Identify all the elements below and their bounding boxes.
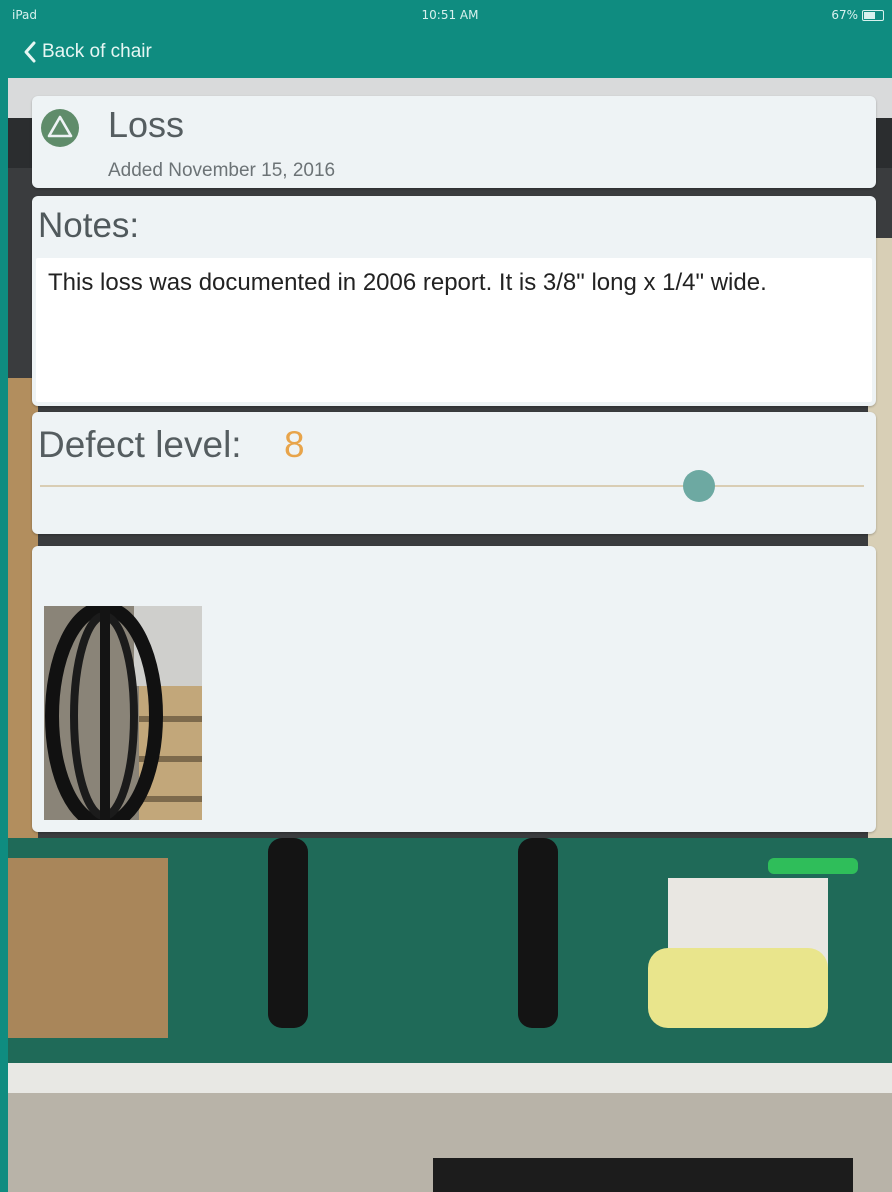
- chevron-left-icon: [24, 41, 36, 63]
- battery-fill: [864, 11, 876, 19]
- notes-text-area[interactable]: This loss was documented in 2006 report.…: [36, 258, 872, 402]
- defect-header-card: Loss Added November 15, 2016: [32, 96, 876, 188]
- battery-indicator: 67%: [831, 8, 884, 22]
- added-date: Added November 15, 2016: [108, 160, 336, 181]
- warning-triangle-icon: [41, 109, 79, 147]
- status-time: 10:51 AM: [421, 8, 479, 22]
- notes-card: Notes: This loss was documented in 2006 …: [32, 196, 876, 406]
- slider-thumb[interactable]: [683, 470, 716, 502]
- battery-icon: [862, 9, 884, 21]
- defect-level-value: 8: [284, 424, 305, 465]
- app-screen: iPad 10:51 AM 67% Back of chair Loss Add…: [0, 0, 892, 1192]
- navigation-bar: Back of chair: [8, 30, 892, 78]
- photos-card: [32, 546, 876, 832]
- notes-label: Notes:: [38, 206, 140, 245]
- battery-percent: 67%: [831, 8, 858, 22]
- status-bar: iPad 10:51 AM 67%: [8, 0, 892, 30]
- chair-back-photo: [44, 606, 202, 820]
- defect-level-label: Defect level:: [38, 424, 242, 465]
- back-button-label: Back of chair: [42, 41, 152, 62]
- slider-track[interactable]: [40, 485, 864, 487]
- defect-level-card: Defect level: 8: [32, 412, 876, 534]
- photo-thumbnail[interactable]: [44, 606, 202, 820]
- defect-level-slider[interactable]: [40, 470, 864, 502]
- defect-title: Loss: [108, 104, 185, 145]
- back-button[interactable]: Back of chair: [22, 40, 152, 64]
